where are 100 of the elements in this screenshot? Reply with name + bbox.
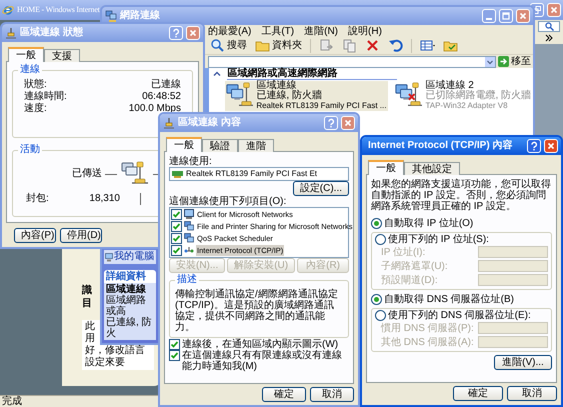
dialog-button[interactable]: 取消 <box>310 387 354 402</box>
dialog-button[interactable]: 內容(P) <box>14 228 56 243</box>
address-field[interactable] <box>208 56 496 68</box>
close-icon <box>343 118 353 128</box>
radio-button[interactable] <box>371 294 382 304</box>
connection-device: TAP-Win32 Adapter V8 <box>425 101 509 111</box>
field-label: IP 位址(I): <box>381 246 426 258</box>
close-icon <box>549 5 559 15</box>
browser-logo-icon <box>2 4 14 16</box>
window-title: Internet Protocol (TCP/IP) 內容 <box>368 140 512 152</box>
dialog-button[interactable]: 確定 <box>453 386 503 401</box>
menu-item[interactable]: 工具(T) <box>261 26 294 36</box>
close-button[interactable] <box>547 3 561 17</box>
close-icon <box>518 11 528 21</box>
network-service-icon <box>184 233 194 243</box>
checkbox[interactable] <box>171 209 182 220</box>
field-label: 子網路遮罩(U): <box>381 260 449 272</box>
maximize-button[interactable] <box>499 9 513 23</box>
window-title: 區域連線 狀態 <box>20 27 83 39</box>
close-button[interactable] <box>544 139 558 153</box>
connection-item[interactable]: 區域連線 2 已切除網路電纜, 防火牆 TAP-Win32 Adapter V8 <box>394 81 533 111</box>
places-link[interactable]: 我的電腦 <box>105 251 155 263</box>
help-button[interactable] <box>324 116 338 130</box>
group-title: 活動 <box>18 144 42 156</box>
advanced-button[interactable]: 進階(V)... <box>494 355 552 370</box>
minimize-button[interactable] <box>482 9 496 23</box>
activity-label: 封包: <box>26 193 50 205</box>
radio-button[interactable] <box>375 310 386 320</box>
close-button[interactable] <box>186 26 200 40</box>
menu-item[interactable]: 的最愛(A) <box>208 26 252 36</box>
tab[interactable]: 其他設定 <box>404 162 460 175</box>
section-title: 區域網路或高速網際網路 <box>227 68 398 80</box>
field-label: 狀態: <box>24 79 47 90</box>
dropdown-caret-icon <box>485 56 495 66</box>
network-icon <box>105 10 117 22</box>
field-value: 已連線 <box>151 79 181 91</box>
close-button[interactable] <box>341 116 355 130</box>
field-value: 100.0 Mbps <box>128 103 181 115</box>
tab[interactable]: 進階 <box>238 139 274 152</box>
configure-button[interactable]: 設定(C)... <box>292 181 349 196</box>
dialog-button[interactable]: 取消 <box>507 386 557 401</box>
details-text: 區域網路或高 <box>106 295 146 317</box>
connection-item[interactable]: 區域連線 已連線, 防火牆 Realtek RTL8139 Family PCI Fast ... <box>225 81 388 111</box>
checkbox[interactable] <box>169 339 180 350</box>
checkbox[interactable] <box>171 233 182 244</box>
connection-name: 區域連線 2 <box>425 81 474 91</box>
group-title: 連線 <box>18 64 42 76</box>
field-value: 06:48:52 <box>142 91 181 103</box>
search-icon <box>544 22 554 31</box>
group-title: 描述 <box>175 274 199 286</box>
status-text: 完成 <box>2 396 22 407</box>
dialog-button[interactable]: 停用(D) <box>60 228 102 243</box>
protocol-icon <box>184 245 194 255</box>
field-label: 其他 DNS 伺服器(A): <box>381 336 475 348</box>
search-button[interactable] <box>538 21 560 32</box>
close-icon <box>546 141 556 151</box>
checkbox[interactable] <box>169 350 180 361</box>
help-icon <box>171 28 181 38</box>
field-label: 這個連線使用下列項目(O): <box>169 196 288 207</box>
field-label: 慣用 DNS 伺服器(P): <box>381 322 475 334</box>
tab[interactable]: 驗證 <box>202 139 238 152</box>
help-icon <box>326 118 336 128</box>
field-label: 連線時間: <box>24 91 67 102</box>
dialog-button[interactable]: 確定 <box>262 387 306 402</box>
page-text: 好，修改語言設定來要 <box>85 345 146 369</box>
document-arrow-icon <box>319 38 334 53</box>
connection-device: Realtek RTL8139 Family PCI Fast ... <box>256 101 386 111</box>
help-button[interactable] <box>527 139 541 153</box>
page-text: 此 <box>85 321 95 333</box>
radio-button[interactable] <box>371 218 382 228</box>
menu-item[interactable]: 進階(N) <box>304 26 338 36</box>
tab[interactable]: 一般 <box>368 160 404 175</box>
connection-status: 已切除網路電纜, 防火牆 <box>425 91 531 101</box>
radio-label: 自動取得 DNS 伺服器位址(B) <box>384 294 514 304</box>
tab[interactable]: 支援 <box>44 49 80 62</box>
maximize-icon <box>501 11 511 21</box>
toolbar-button[interactable]: 資料夾 <box>253 37 304 54</box>
collapse-chevron-icon <box>213 70 222 78</box>
window-title: 網路連線 <box>120 10 160 22</box>
minimize-icon <box>486 18 492 20</box>
radio-button[interactable] <box>375 234 386 244</box>
tab[interactable]: 一般 <box>166 137 202 152</box>
computer-icon <box>184 209 194 219</box>
help-icon <box>529 141 539 151</box>
menu-item[interactable]: 說明(H) <box>348 26 382 36</box>
checkbox[interactable] <box>171 245 182 256</box>
documents-icon <box>342 38 357 53</box>
intro-text: 如果您的網路支援這項功能，您可以取得自動指派的 IP 設定。否則，您必須詢問網路系統管理員正確的 IP 設定。 <box>371 179 552 212</box>
checkbox[interactable] <box>171 221 182 232</box>
help-button[interactable] <box>169 26 183 40</box>
panel-header[interactable]: 詳細資料 <box>104 270 156 283</box>
field-label: 預設閘道(D): <box>381 274 439 286</box>
details-name: 區域連線 <box>106 284 147 295</box>
field-label: 速度: <box>24 103 47 115</box>
tab[interactable]: 一般 <box>8 47 44 62</box>
network-card-icon <box>172 170 183 178</box>
go-button[interactable]: 移至 <box>498 56 531 68</box>
close-button[interactable] <box>516 9 530 23</box>
toolbar-button[interactable]: 搜尋 <box>208 37 249 54</box>
search-icon <box>210 38 225 53</box>
